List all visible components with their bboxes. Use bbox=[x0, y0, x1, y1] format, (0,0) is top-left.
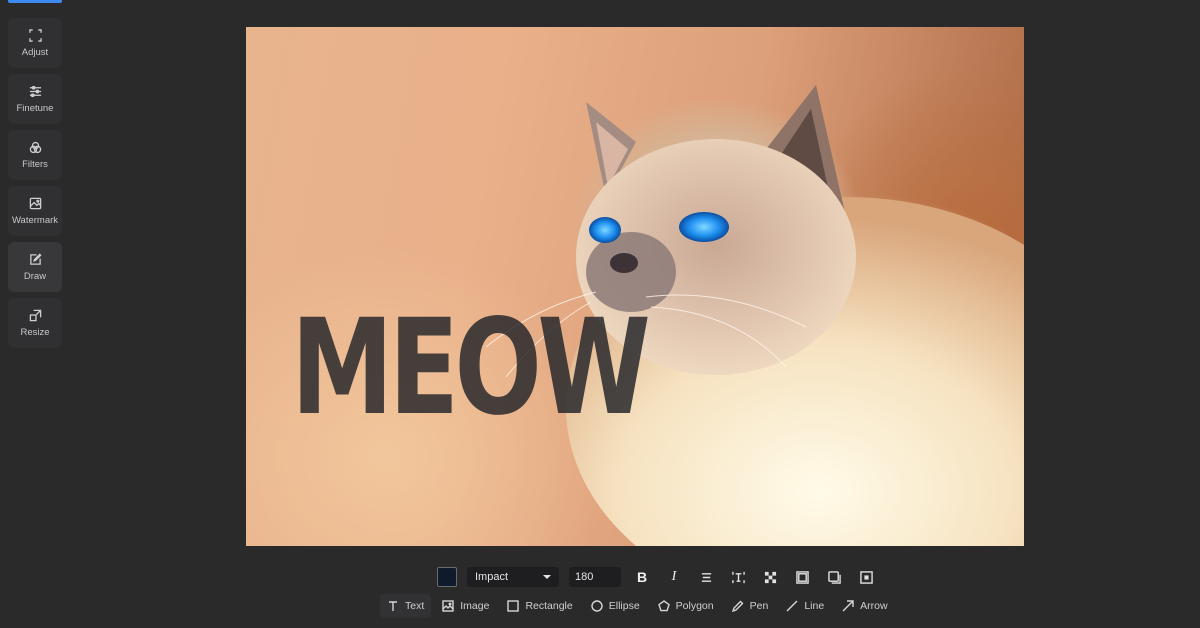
polygon-icon bbox=[657, 600, 670, 612]
bold-button[interactable]: B bbox=[631, 567, 653, 587]
tool-rectangle[interactable]: Rectangle bbox=[500, 594, 579, 618]
sidebar-item-label: Finetune bbox=[16, 102, 54, 114]
italic-button[interactable]: I bbox=[663, 567, 685, 587]
line-icon bbox=[786, 600, 798, 612]
font-family-value: Impact bbox=[475, 571, 509, 583]
text-icon bbox=[389, 601, 397, 611]
crop-icon bbox=[28, 28, 42, 42]
sidebar-item-label: Draw bbox=[23, 270, 47, 282]
sidebar-item-label: Resize bbox=[20, 326, 50, 338]
sidebar-item-draw[interactable]: Draw bbox=[8, 242, 62, 292]
tool-pen[interactable]: Pen bbox=[725, 594, 776, 618]
image-icon bbox=[442, 600, 454, 612]
sidebar-item-watermark[interactable]: Watermark bbox=[8, 186, 62, 236]
sidebar: Adjust Finetune Filters Watermark Draw R… bbox=[8, 18, 62, 348]
tool-label: Line bbox=[804, 600, 825, 612]
align-button[interactable] bbox=[695, 567, 717, 587]
frame-icon bbox=[795, 570, 809, 584]
tool-label: Polygon bbox=[675, 600, 714, 612]
shadow-icon bbox=[827, 570, 841, 584]
pen-icon bbox=[731, 600, 744, 612]
sidebar-item-label: Adjust bbox=[21, 46, 49, 58]
checkerboard-icon bbox=[764, 571, 776, 583]
sidebar-item-adjust[interactable]: Adjust bbox=[8, 18, 62, 68]
tool-label: Pen bbox=[749, 600, 769, 612]
chevron-down-icon bbox=[543, 575, 551, 579]
position-button[interactable] bbox=[855, 567, 877, 587]
arrow-icon bbox=[842, 600, 854, 612]
overlay-text-meow[interactable]: MEOW bbox=[291, 302, 651, 434]
tool-line[interactable]: Line bbox=[779, 594, 831, 618]
tool-label: Ellipse bbox=[608, 600, 640, 612]
watermark-icon bbox=[29, 197, 41, 209]
tool-arrow[interactable]: Arrow bbox=[835, 594, 894, 618]
pencil-icon bbox=[29, 252, 42, 265]
tool-label: Rectangle bbox=[525, 600, 573, 612]
drawing-tools-bar: Text Image Rectangle Ellipse Polygon Pen… bbox=[380, 594, 895, 618]
text-color-swatch[interactable] bbox=[437, 567, 457, 587]
sliders-icon bbox=[29, 85, 41, 97]
image-canvas[interactable]: MEOW bbox=[246, 27, 1024, 546]
tool-label: Text bbox=[405, 600, 425, 612]
rectangle-icon bbox=[507, 600, 520, 612]
sidebar-item-label: Watermark bbox=[11, 214, 59, 226]
active-accent-bar bbox=[8, 0, 62, 3]
sidebar-item-filters[interactable]: Filters bbox=[8, 130, 62, 180]
tool-label: Arrow bbox=[860, 600, 888, 612]
text-box-icon bbox=[731, 571, 745, 583]
tool-ellipse[interactable]: Ellipse bbox=[584, 594, 647, 618]
resize-icon bbox=[29, 309, 41, 321]
ellipse-icon bbox=[591, 600, 603, 612]
frame-button[interactable] bbox=[791, 567, 813, 587]
cat-photo bbox=[485, 85, 1024, 546]
font-size-input[interactable]: 180 bbox=[569, 567, 621, 587]
sidebar-item-resize[interactable]: Resize bbox=[8, 298, 62, 348]
font-family-select[interactable]: Impact bbox=[467, 567, 559, 587]
text-properties-bar: Impact 180 B I bbox=[437, 566, 877, 588]
tool-polygon[interactable]: Polygon bbox=[651, 594, 721, 618]
filters-icon bbox=[29, 141, 41, 153]
sidebar-item-label: Filters bbox=[22, 158, 48, 170]
text-box-button[interactable] bbox=[727, 567, 749, 587]
position-icon bbox=[859, 570, 873, 584]
shadow-button[interactable] bbox=[823, 567, 845, 587]
tool-text[interactable]: Text bbox=[380, 594, 432, 618]
sidebar-item-finetune[interactable]: Finetune bbox=[8, 74, 62, 124]
opacity-button[interactable] bbox=[759, 567, 781, 587]
tool-image[interactable]: Image bbox=[435, 594, 496, 618]
tool-label: Image bbox=[460, 600, 490, 612]
align-center-icon bbox=[701, 572, 711, 582]
